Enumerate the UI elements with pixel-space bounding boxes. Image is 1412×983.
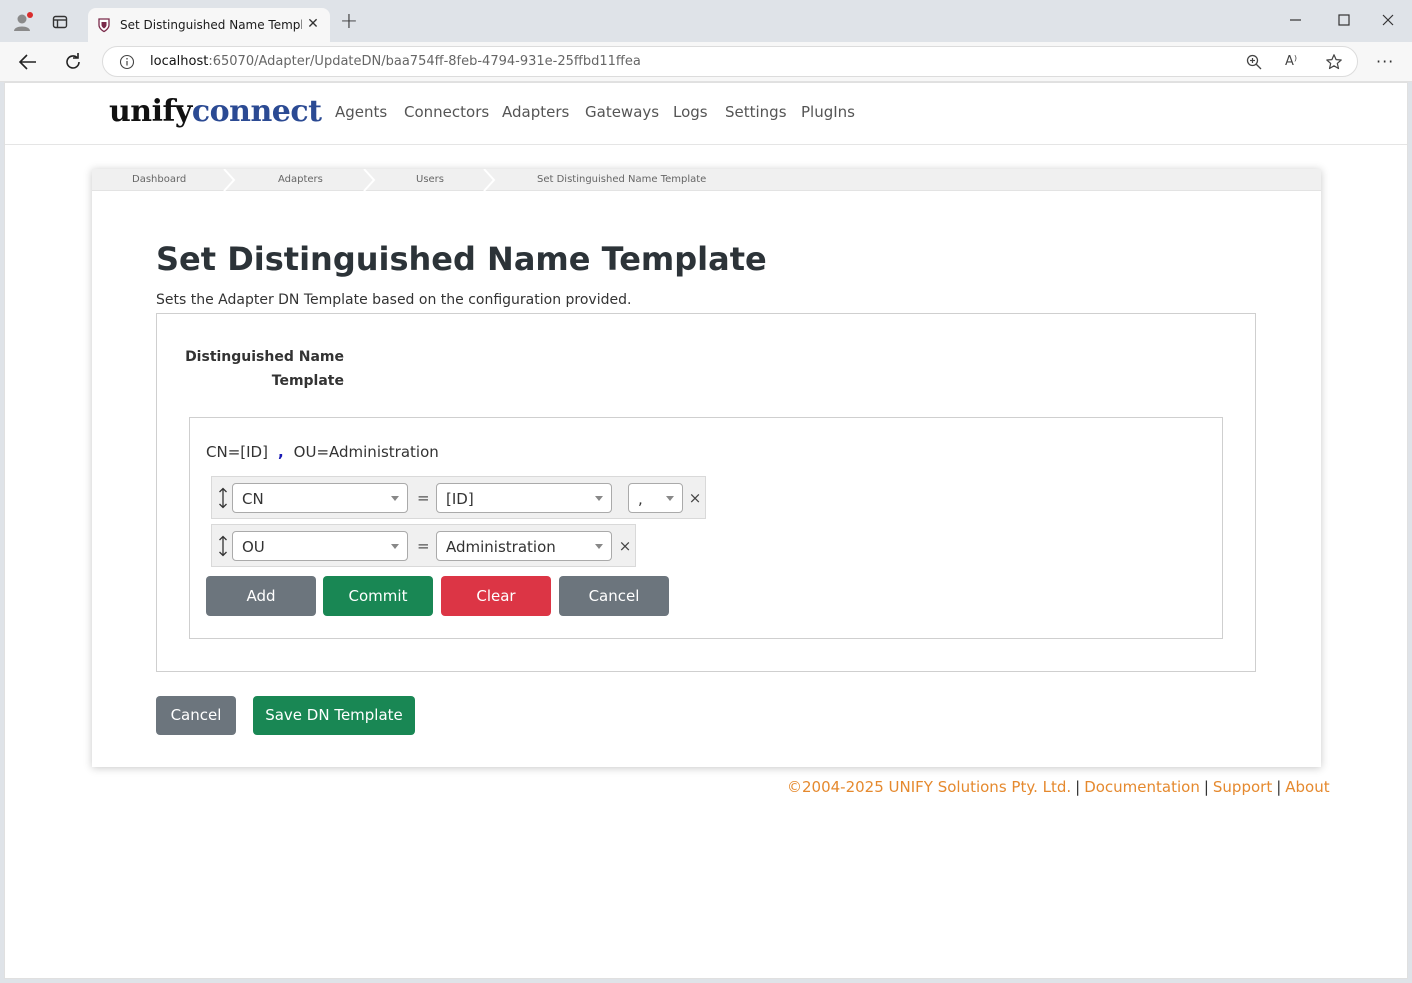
chevron-down-icon	[391, 544, 399, 549]
breadcrumb-separator-icon	[223, 169, 236, 191]
content-card: Dashboard Adapters Users Set Distinguish…	[92, 169, 1321, 767]
tab-actions-icon[interactable]	[52, 14, 68, 30]
browser-tab[interactable]: Set Distinguished Name Template ✕	[88, 8, 330, 42]
tab-title: Set Distinguished Name Template	[120, 18, 302, 32]
attribute-select[interactable]: OU	[232, 531, 408, 561]
site-info-icon[interactable]	[119, 54, 135, 70]
chevron-down-icon	[391, 496, 399, 501]
attribute-select[interactable]: CN	[232, 483, 408, 513]
nav-link-plugins[interactable]: PlugIns	[801, 102, 855, 122]
separator-select-value: ,	[638, 490, 643, 508]
dn-preview: CN=[ID], OU=Administration	[206, 442, 439, 462]
breadcrumb-separator-icon	[483, 169, 496, 191]
zoom-icon[interactable]	[1245, 53, 1263, 71]
footer-copyright-link[interactable]: ©2004-2025 UNIFY Solutions Pty. Ltd.	[787, 778, 1071, 796]
save-dn-template-button[interactable]: Save DN Template	[253, 696, 415, 735]
footer-divider: |	[1203, 778, 1209, 796]
window-close-icon[interactable]	[1378, 10, 1398, 30]
browser-toolbar: localhost:65070/Adapter/UpdateDN/baa754f…	[0, 42, 1412, 82]
dn-template-label: Distinguished Name Template	[185, 349, 344, 389]
page-title: Set Distinguished Name Template	[156, 240, 767, 278]
favorite-star-icon[interactable]	[1325, 53, 1343, 71]
chevron-down-icon	[595, 544, 603, 549]
url-path: :65070/Adapter/UpdateDN/baa754ff-8feb-47…	[208, 54, 641, 69]
breadcrumb: Dashboard Adapters Users Set Distinguish…	[92, 169, 1321, 191]
back-arrow-icon[interactable]	[16, 51, 40, 73]
dn-component-row: CN = [ID] , ×	[211, 476, 706, 519]
commit-button[interactable]: Commit	[323, 576, 433, 616]
footer-documentation-link[interactable]: Documentation	[1084, 778, 1200, 796]
chevron-down-icon	[666, 496, 674, 501]
browser-tab-strip: Set Distinguished Name Template ✕ +	[0, 0, 1412, 42]
value-select[interactable]: [ID]	[436, 483, 612, 513]
breadcrumb-separator-icon	[363, 169, 376, 191]
value-select-value: [ID]	[446, 490, 474, 508]
equals-sign: =	[417, 537, 430, 555]
attribute-select-value: OU	[242, 538, 265, 556]
maximize-icon[interactable]	[1334, 10, 1354, 30]
top-navbar: unifyconnect Agents Connectors Adapters …	[5, 83, 1407, 145]
minimize-icon[interactable]	[1286, 10, 1306, 30]
footer-support-link[interactable]: Support	[1213, 778, 1272, 796]
nav-link-agents[interactable]: Agents	[335, 102, 387, 122]
footer-divider: |	[1075, 778, 1081, 796]
brand-logo[interactable]: unifyconnect	[109, 93, 322, 131]
profile-icon[interactable]	[12, 11, 34, 33]
dn-editor-panel: CN=[ID], OU=Administration CN = [ID] , ×…	[189, 417, 1223, 639]
footer: ©2004-2025 UNIFY Solutions Pty. Ltd. | Doc…	[787, 777, 1330, 797]
value-select[interactable]: Administration	[436, 531, 612, 561]
equals-sign: =	[417, 489, 430, 507]
breadcrumb-users[interactable]: Users	[416, 174, 444, 186]
nav-link-gateways[interactable]: Gateways	[585, 102, 659, 122]
breadcrumb-adapters[interactable]: Adapters	[278, 174, 323, 186]
separator-select[interactable]: ,	[628, 483, 683, 513]
dn-preview-separator: ,	[277, 443, 284, 461]
remove-row-icon[interactable]: ×	[688, 488, 702, 508]
clear-button[interactable]: Clear	[441, 576, 551, 616]
dn-preview-part: CN=[ID]	[206, 443, 268, 461]
chevron-down-icon	[595, 496, 603, 501]
dn-component-row: OU = Administration ×	[211, 524, 636, 567]
dn-preview-part: OU=Administration	[293, 443, 439, 461]
editor-cancel-button[interactable]: Cancel	[559, 576, 669, 616]
tab-close-icon[interactable]: ✕	[304, 15, 322, 33]
page-subtitle: Sets the Adapter DN Template based on th…	[156, 292, 632, 308]
brand-logo-part2: connect	[191, 94, 322, 129]
address-bar[interactable]: localhost:65070/Adapter/UpdateDN/baa754f…	[102, 46, 1358, 77]
attribute-select-value: CN	[242, 490, 264, 508]
add-button[interactable]: Add	[206, 576, 316, 616]
site-favicon-icon	[96, 17, 112, 33]
value-select-value: Administration	[446, 538, 556, 556]
footer-divider: |	[1276, 778, 1282, 796]
cancel-button[interactable]: Cancel	[156, 696, 236, 735]
new-tab-button[interactable]: +	[338, 11, 360, 34]
drag-handle-icon[interactable]	[217, 535, 229, 557]
footer-about-link[interactable]: About	[1285, 778, 1329, 796]
nav-link-settings[interactable]: Settings	[725, 102, 787, 122]
url-host: localhost	[150, 54, 209, 69]
nav-link-logs[interactable]: Logs	[673, 102, 708, 122]
breadcrumb-dashboard[interactable]: Dashboard	[132, 174, 186, 186]
url-text: localhost:65070/Adapter/UpdateDN/baa754f…	[150, 53, 641, 71]
remove-row-icon[interactable]: ×	[618, 536, 632, 556]
drag-handle-icon[interactable]	[217, 487, 229, 509]
read-aloud-icon[interactable]: A⁾	[1285, 53, 1303, 71]
more-menu-icon[interactable]: ···	[1376, 54, 1396, 70]
dn-form-panel: Distinguished Name Template CN=[ID], OU=A…	[156, 313, 1256, 672]
breadcrumb-current: Set Distinguished Name Template	[537, 174, 707, 185]
reload-icon[interactable]	[61, 50, 85, 74]
nav-link-connectors[interactable]: Connectors	[404, 102, 489, 122]
page-viewport: unifyconnect Agents Connectors Adapters …	[4, 82, 1408, 979]
brand-logo-part1: unify	[109, 94, 192, 129]
nav-link-adapters[interactable]: Adapters	[502, 102, 569, 122]
